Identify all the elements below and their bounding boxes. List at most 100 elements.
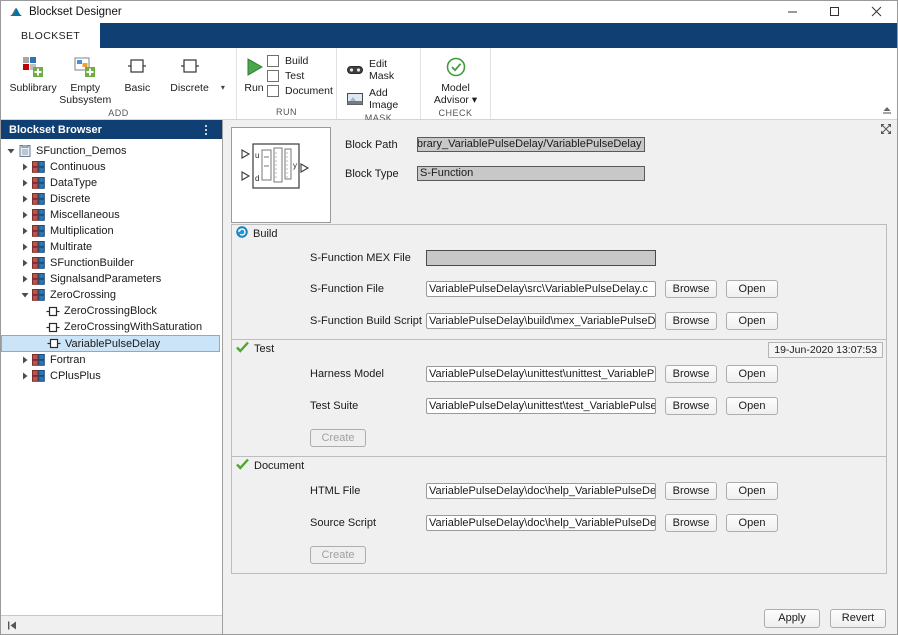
svg-text:d: d [255,174,259,183]
checkbox-test[interactable]: Test [267,70,333,82]
ribbon-group-check-title: CHECK [421,106,490,120]
add-group-overflow-button[interactable]: ▾ [216,83,230,92]
apply-button[interactable]: Apply [764,609,820,628]
chevron-right-icon[interactable] [19,195,31,203]
browse-button[interactable]: Browse [665,312,717,330]
block-path-value: library_VariablePulseDelay/VariablePulse… [417,137,645,152]
expand-icon[interactable] [879,122,893,136]
chevron-right-icon[interactable] [19,179,31,187]
run-button[interactable]: Run [243,52,265,94]
create-row: Create [232,546,886,564]
block-diagram-preview: u d y [231,127,331,223]
field-input[interactable]: VariablePulseDelay\doc\help_VariablePuls… [426,483,656,499]
block-type-row: Block Type S-Function [345,166,887,181]
browse-button[interactable]: Browse [665,482,717,500]
tree-item[interactable]: Continuous [1,159,222,175]
tree-item[interactable]: CPlusPlus [1,368,222,384]
empty-subsystem-icon [73,54,97,80]
ribbon-collapse-button[interactable] [880,103,894,117]
field-input[interactable]: VariablePulseDelay\build\mex_VariablePul… [426,313,656,329]
model-advisor-caret-icon[interactable]: ▾ [472,94,477,106]
kebab-menu-icon[interactable] [204,124,216,136]
checkbox-document[interactable]: Document [267,85,333,97]
close-button[interactable] [855,1,897,23]
browse-button[interactable]: Browse [665,365,717,383]
tree-item-selected[interactable]: VariablePulseDelay [1,335,220,352]
field-label: HTML File [310,485,426,497]
section-body-build: S-Function MEX FileS-Function FileVariab… [232,242,886,339]
section-title-document: Document [254,460,304,472]
chevron-right-icon[interactable] [19,275,31,283]
open-button[interactable]: Open [726,280,778,298]
tree-item[interactable]: Multiplication [1,223,222,239]
library-icon [17,145,32,157]
open-button[interactable]: Open [726,365,778,383]
ribbon-group-mask-body: Edit Mask Add Image [337,48,420,111]
tree-item[interactable]: Miscellaneous [1,207,222,223]
basic-button[interactable]: Basic [111,52,163,94]
open-button[interactable]: Open [726,397,778,415]
field-label: Source Script [310,517,426,529]
browse-button[interactable]: Browse [665,397,717,415]
field-input[interactable]: VariablePulseDelay\doc\help_VariablePuls… [426,515,656,531]
tab-blockset[interactable]: BLOCKSET [1,23,100,48]
tree-item[interactable]: SFunctionBuilder [1,255,222,271]
chevron-right-icon[interactable] [19,211,31,219]
chevron-right-icon[interactable] [19,259,31,267]
field-row: Test SuiteVariablePulseDelay\unittest\te… [232,397,886,415]
checkbox-build[interactable]: Build [267,55,333,67]
tree-item[interactable]: DataType [1,175,222,191]
tree-item[interactable]: ZeroCrossingWithSaturation [1,319,222,335]
field-input[interactable]: VariablePulseDelay\unittest\unittest_Var… [426,366,656,382]
field-input[interactable]: VariablePulseDelay\unittest\test_Variabl… [426,398,656,414]
empty-subsystem-button[interactable]: EmptySubsystem [59,52,111,106]
checkbox-document-label: Document [285,85,333,97]
ribbon: Sublibrary EmptySubsystem [1,48,897,120]
chevron-down-icon[interactable] [19,291,31,299]
checkbox-document-box[interactable] [267,85,279,97]
edit-mask-button[interactable]: Edit Mask [347,58,410,82]
revert-button[interactable]: Revert [830,609,886,628]
open-button[interactable]: Open [726,482,778,500]
create-button[interactable]: Create [310,546,366,564]
chevron-right-icon[interactable] [19,372,31,380]
open-button[interactable]: Open [726,312,778,330]
tree-item[interactable]: Discrete [1,191,222,207]
chevron-right-icon[interactable] [19,163,31,171]
section-test: Test19-Jun-2020 13:07:53Harness ModelVar… [231,339,887,456]
sublibrary-button[interactable]: Sublibrary [7,52,59,94]
model-advisor-button[interactable]: ModelAdvisor ▾ [427,52,484,106]
field-input[interactable]: VariablePulseDelay\src\VariablePulseDela… [426,281,656,297]
chevron-down-icon[interactable] [5,147,17,155]
block-type-value: S-Function [417,166,645,181]
block-info: u d y [223,120,897,224]
tree-item[interactable]: Fortran [1,352,222,368]
discrete-button[interactable]: Discrete [163,52,215,94]
checkbox-test-box[interactable] [267,70,279,82]
tree-item-label: Fortran [46,354,85,366]
window-controls [771,1,897,23]
chevron-right-icon[interactable] [19,243,31,251]
tree-item[interactable]: SFunction_Demos [1,143,222,159]
tree-item[interactable]: ZeroCrossingBlock [1,303,222,319]
run-options: Build Test Document [267,52,333,97]
blockset-tree[interactable]: SFunction_DemosContinuousDataTypeDiscret… [1,139,222,615]
browse-button[interactable]: Browse [665,514,717,532]
browse-button[interactable]: Browse [665,280,717,298]
chevron-right-icon[interactable] [19,356,31,364]
add-image-button[interactable]: Add Image [347,87,410,111]
section-header-document[interactable]: Document [232,457,886,474]
mask-actions: Edit Mask Add Image [343,52,414,111]
field-row: Harness ModelVariablePulseDelay\unittest… [232,365,886,383]
tree-item[interactable]: Multirate [1,239,222,255]
checkbox-build-box[interactable] [267,55,279,67]
section-header-build[interactable]: Build [232,225,886,242]
create-button[interactable]: Create [310,429,366,447]
tree-item[interactable]: SignalsandParameters [1,271,222,287]
chevron-right-icon[interactable] [19,227,31,235]
collapse-left-icon[interactable] [7,620,18,631]
tree-item[interactable]: ZeroCrossing [1,287,222,303]
open-button[interactable]: Open [726,514,778,532]
maximize-button[interactable] [813,1,855,23]
minimize-button[interactable] [771,1,813,23]
